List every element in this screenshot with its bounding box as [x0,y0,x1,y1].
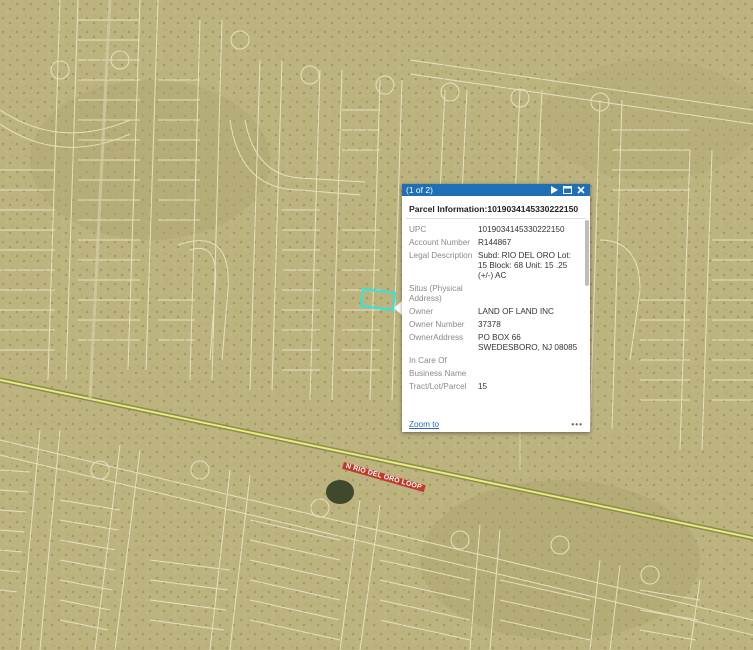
field-row: Business Name [409,369,578,379]
popup-title: Parcel Information:1019034145330222150 [406,196,586,219]
field-value [478,284,578,304]
popup-header: (1 of 2) [402,184,590,196]
feature-counter: (1 of 2) [406,185,433,195]
field-label: In Care Of [409,356,447,365]
maximize-icon[interactable] [562,185,573,196]
parcel-popup: (1 of 2) Parcel Information:101903414533… [402,184,590,432]
field-label: Owner [409,307,434,316]
field-value: Subd: RIO DEL ORO Lot: 15 Block: 68 Unit… [478,251,571,280]
field-label: Tract/Lot/Parcel [409,382,467,391]
next-icon[interactable] [549,185,560,196]
field-row: Account Number R144867 [409,238,578,248]
field-row: Tract/Lot/Parcel 15 [409,382,578,392]
field-value: 1019034145330222150 [478,225,565,234]
field-label: Business Name [409,369,467,378]
field-value: 37378 [478,320,501,329]
field-value [478,369,578,379]
more-options-icon[interactable]: ••• [571,420,583,429]
field-label: Owner Number [409,320,465,329]
field-label: Legal Description [409,251,473,260]
field-value: PO BOX 66 SWEDESBORO, NJ 08085 [478,333,578,352]
field-label: OwnerAddress [409,333,464,342]
field-row: Situs (Physical Address) [409,284,578,304]
field-row: Owner Number 37378 [409,320,578,330]
field-value: LAND OF LAND INC [478,307,554,316]
field-label: Account Number [409,238,470,247]
close-icon[interactable] [575,185,586,196]
field-value: 15 [478,382,488,391]
popup-title-label: Parcel Information: [409,204,488,214]
zoom-to-link[interactable]: Zoom to [409,420,439,429]
field-row: OwnerAddress PO BOX 66 SWEDESBORO, NJ 080… [409,333,578,353]
popup-footer: Zoom to ••• [409,420,583,429]
popup-scrollbar[interactable] [585,220,589,286]
field-label: UPC [409,225,427,234]
field-row: Legal Description Subd: RIO DEL ORO Lot: … [409,251,578,281]
field-row: In Care Of [409,356,578,366]
field-row: Owner LAND OF LAND INC [409,307,578,317]
tree-cluster [326,480,354,504]
field-row: UPC 1019034145330222150 [409,225,578,235]
field-value [478,356,578,366]
popup-title-value: 1019034145330222150 [487,204,579,214]
field-label: Situs (Physical Address) [409,284,463,303]
map-imagery[interactable] [0,0,753,650]
popup-fields: UPC 1019034145330222150 Account Number R14… [402,222,585,412]
field-value: R144867 [478,238,512,247]
